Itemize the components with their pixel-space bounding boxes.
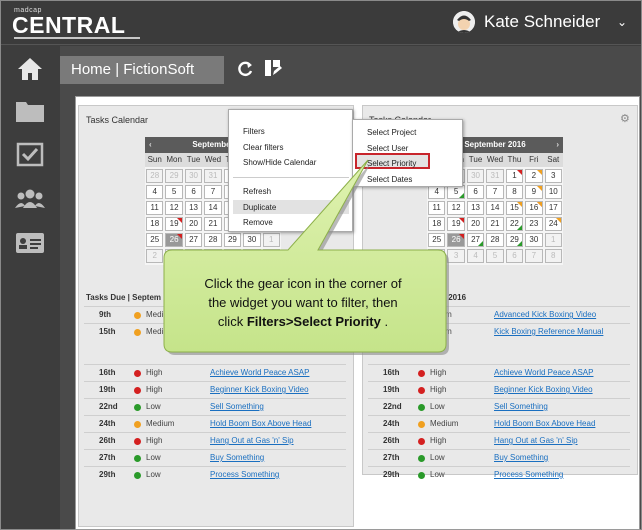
callout-line: Click the gear icon in the corner of [204, 276, 402, 291]
callout-bubble [163, 159, 449, 355]
callout-text: Click the gear icon in the corner of the… [172, 274, 434, 331]
callout-bold: Filters>Select Priority [246, 314, 381, 329]
callout-line: click Filters>Select Priority . [217, 314, 389, 329]
callout-line: the widget you want to filter, then [208, 295, 398, 310]
